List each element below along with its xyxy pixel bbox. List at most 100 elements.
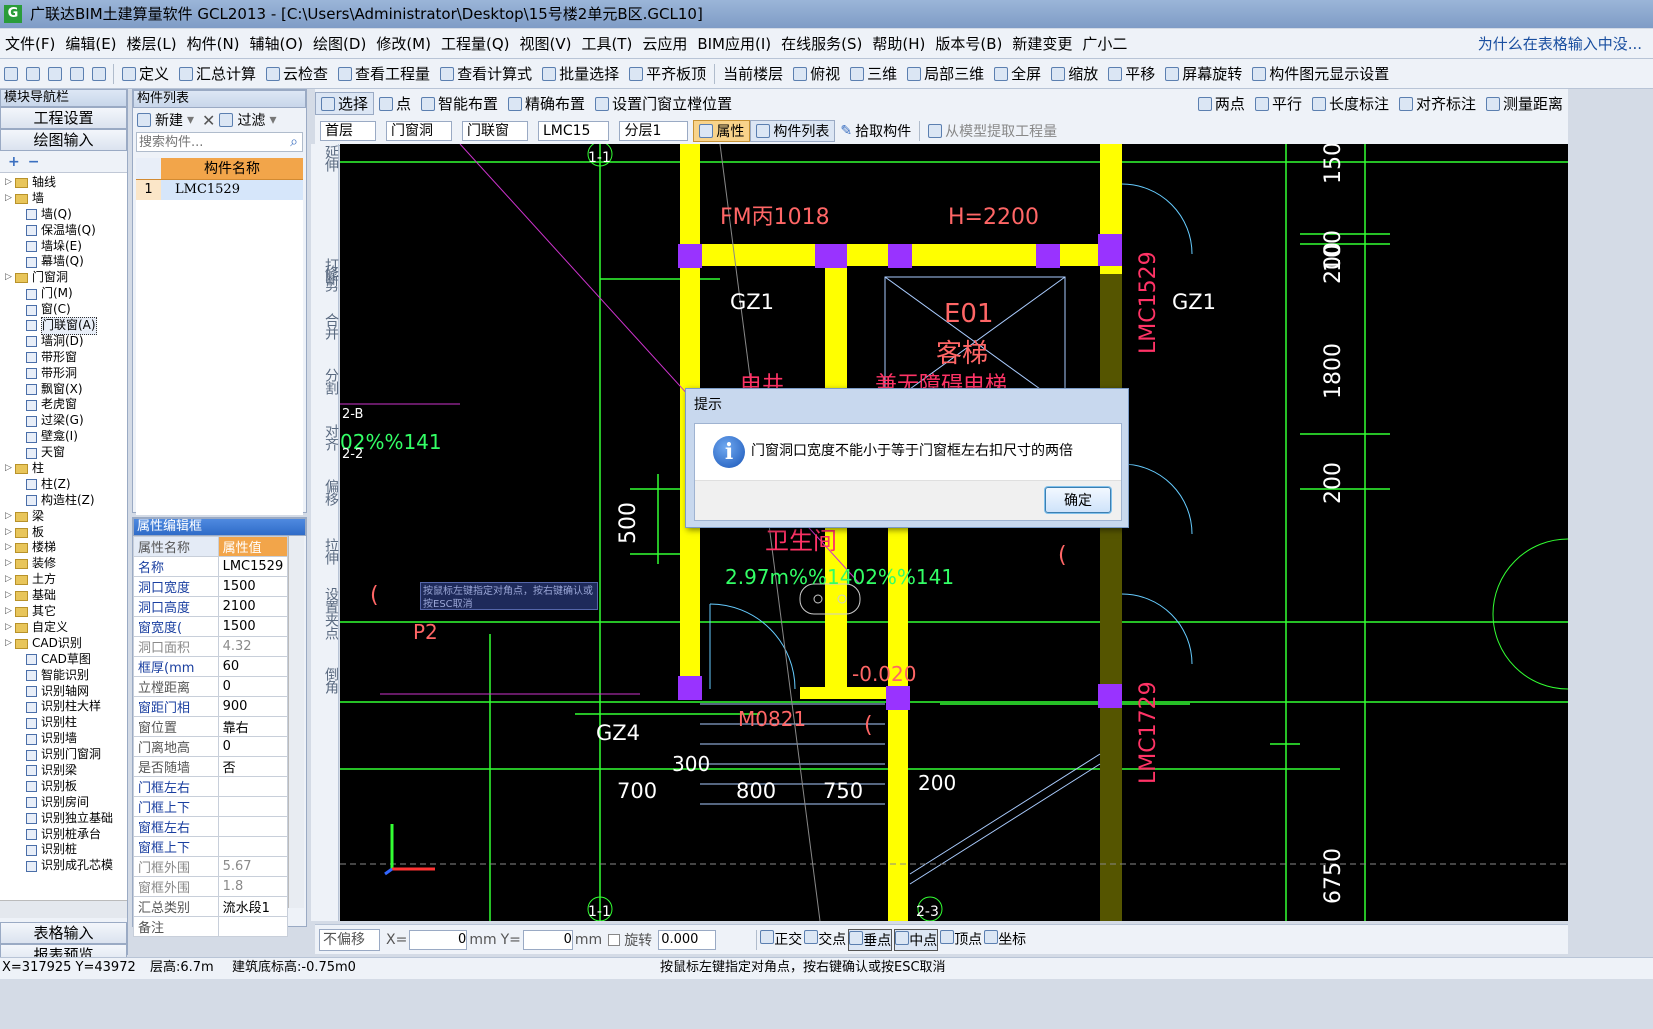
tree-node[interactable]: 幕墙(Q) — [0, 254, 127, 270]
tree-node[interactable]: 识别梁 — [0, 763, 127, 779]
redo-icon[interactable] — [92, 66, 106, 81]
menu-item-6[interactable]: 修改(M) — [371, 33, 436, 54]
property-value[interactable]: 否 — [217, 756, 289, 777]
save-icon[interactable] — [48, 66, 62, 81]
property-row[interactable]: 洞口宽度 1500 — [133, 576, 289, 597]
menu-item-0[interactable]: 文件(F) — [0, 33, 60, 54]
expand-icon[interactable]: ▷ — [4, 461, 13, 477]
tree-node[interactable]: 识别轴网 — [0, 684, 127, 700]
toolbar-item-10[interactable]: 局部三维 — [902, 63, 989, 84]
property-value[interactable]: 0 — [217, 736, 289, 757]
y-input[interactable] — [522, 929, 573, 950]
copy-icon[interactable] — [219, 113, 234, 127]
menu-item-11[interactable]: BIM应用(I) — [692, 33, 776, 54]
tree-node[interactable]: 窗(C) — [0, 302, 127, 318]
property-row[interactable]: 门框外围 5.67 — [133, 856, 289, 877]
toolbar-item-12[interactable]: 缩放 — [1046, 63, 1103, 84]
tree-node[interactable]: ▷ 梁 — [0, 509, 127, 525]
menu-item-15[interactable]: 新建变更 — [1007, 33, 1077, 54]
expand-icon[interactable]: ▷ — [4, 588, 13, 604]
tree-node[interactable]: 墙洞(D) — [0, 334, 127, 350]
tree-node[interactable]: 墙垛(E) — [0, 239, 127, 255]
tree-node[interactable]: 保温墙(Q) — [0, 223, 127, 239]
draw-tool-4[interactable]: 设置门窗立樘位置 — [590, 93, 737, 114]
expand-icon[interactable]: ▷ — [4, 175, 13, 191]
collapse-all-icon[interactable]: − — [28, 154, 40, 170]
snap-3[interactable]: 中点 — [894, 928, 939, 951]
drawing-input-button[interactable]: 绘图输入 — [0, 129, 127, 151]
expand-icon[interactable]: ▷ — [4, 191, 13, 207]
property-value[interactable] — [217, 796, 289, 817]
property-row[interactable]: 框厚(mm 60 — [133, 656, 289, 677]
tree-node[interactable]: ▷ 轴线 — [0, 175, 127, 191]
tree-node[interactable]: ▷ 板 — [0, 525, 127, 541]
delete-icon[interactable]: ✕ — [202, 111, 215, 130]
toolbar-item-9[interactable]: 三维 — [845, 63, 902, 84]
property-value[interactable]: 5.67 — [217, 856, 289, 877]
expand-icon[interactable]: ▷ — [4, 540, 13, 556]
property-row[interactable]: 备注 — [133, 916, 289, 937]
tree-node[interactable]: 构造柱(Z) — [0, 493, 127, 509]
component-row[interactable]: 1 LMC1529 — [136, 180, 303, 200]
tree-node[interactable]: ▷ 墙 — [0, 191, 127, 207]
component-search-input[interactable] — [137, 133, 277, 151]
toolbar-item-0[interactable]: 定义 — [117, 63, 174, 84]
tree-node[interactable]: 柱(Z) — [0, 477, 127, 493]
expand-icon[interactable]: ▷ — [4, 509, 13, 525]
toolbar-item-15[interactable]: 构件图元显示设置 — [1247, 63, 1394, 84]
tree-node[interactable]: 识别房间 — [0, 795, 127, 811]
snap-4[interactable]: 顶点 — [940, 929, 982, 951]
property-value[interactable]: 0 — [217, 676, 289, 697]
tree-node[interactable]: 带形窗 — [0, 350, 127, 366]
property-value[interactable]: LMC1529 — [217, 556, 289, 577]
project-settings-button[interactable]: 工程设置 — [0, 107, 127, 129]
tree-node[interactable]: 过梁(G) — [0, 413, 127, 429]
toolbar-item-14[interactable]: 屏幕旋转 — [1160, 63, 1247, 84]
tree-node[interactable]: 识别墙 — [0, 731, 127, 747]
tree-node[interactable]: ▷ 装修 — [0, 556, 127, 572]
property-value[interactable]: 60 — [217, 656, 289, 677]
property-row[interactable]: 名称 LMC1529 — [133, 556, 289, 577]
rotate-checkbox[interactable] — [608, 933, 621, 946]
property-row[interactable]: 门框左右 — [133, 776, 289, 797]
tree-node[interactable]: 识别独立基础 — [0, 811, 127, 827]
menu-item-3[interactable]: 构件(N) — [182, 33, 245, 54]
property-row[interactable]: 汇总类别 流水段1 — [133, 896, 289, 917]
vtool-8[interactable]: 设置夹点 — [311, 587, 339, 639]
extract-quantity-button[interactable]: 从模型提取工程量 — [945, 121, 1057, 141]
tree-node[interactable]: ▷ 楼梯 — [0, 540, 127, 556]
property-row[interactable]: 门框上下 — [133, 796, 289, 817]
property-row[interactable]: 窗位置 靠右 — [133, 716, 289, 737]
expand-icon[interactable]: ▷ — [4, 620, 13, 636]
tree-node[interactable]: 墙(Q) — [0, 207, 127, 223]
help-link[interactable]: 为什么在表格输入中没... — [1473, 33, 1647, 54]
menu-item-4[interactable]: 辅轴(O) — [245, 33, 309, 54]
tree-node[interactable]: CAD草图 — [0, 652, 127, 668]
new-component-button[interactable]: 新建 — [155, 110, 183, 130]
menu-item-7[interactable]: 工程量(Q) — [436, 33, 515, 54]
property-row[interactable]: 窗框左右 — [133, 816, 289, 837]
x-input[interactable] — [409, 929, 468, 950]
property-value[interactable]: 流水段1 — [217, 896, 289, 917]
search-icon[interactable]: ⌕ — [290, 134, 298, 150]
expand-icon[interactable]: ▷ — [4, 572, 13, 588]
offset-select[interactable]: 不偏移 — [319, 928, 380, 951]
expand-icon[interactable]: ▷ — [4, 270, 13, 286]
property-row[interactable]: 窗距门相 900 — [133, 696, 289, 717]
vtool-3[interactable]: 合并 — [311, 313, 339, 339]
toolbar-item-2[interactable]: 云检查 — [261, 63, 333, 84]
tree-node[interactable]: 识别柱 — [0, 715, 127, 731]
vtool-5[interactable]: 对齐 — [311, 424, 339, 450]
measure-tool-4[interactable]: 测量距离 — [1481, 93, 1568, 114]
expand-icon[interactable]: ▷ — [4, 636, 13, 652]
property-value[interactable]: 4.32 — [217, 636, 289, 657]
vtool-0[interactable]: 延伸 — [311, 145, 339, 171]
menu-item-14[interactable]: 版本号(B) — [930, 33, 1007, 54]
toolbar-item-13[interactable]: 平移 — [1103, 63, 1160, 84]
tree-node[interactable]: 识别成孔芯模 — [0, 858, 127, 874]
toolbar-item-5[interactable]: 批量选择 — [537, 63, 624, 84]
tree-node[interactable]: ▷ 其它 — [0, 604, 127, 620]
snap-0[interactable]: 正交 — [760, 929, 802, 951]
menu-item-5[interactable]: 绘图(D) — [308, 33, 371, 54]
property-row[interactable]: 洞口高度 2100 — [133, 596, 289, 617]
